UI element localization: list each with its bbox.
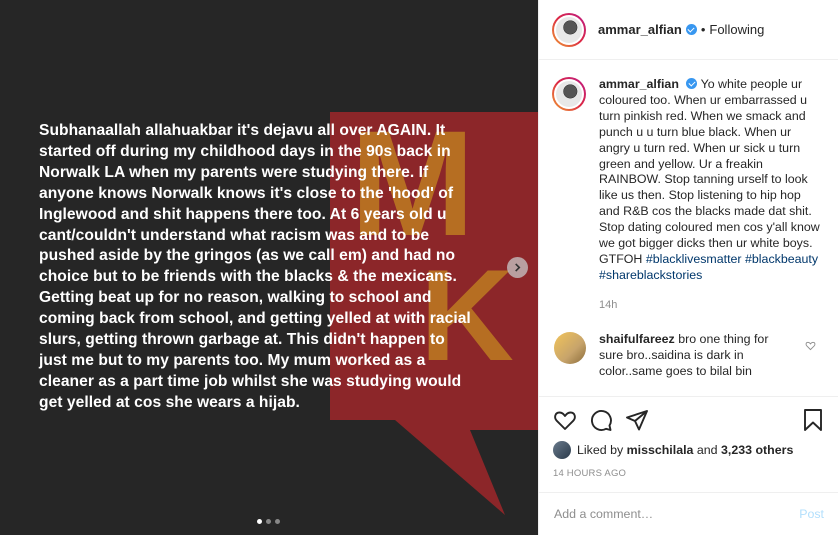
carousel-dot [266,519,271,524]
likes-prefix: Liked by [577,443,624,457]
post-text-line: anyone knows Norwalk knows it's close to… [39,184,454,202]
likes-others-link[interactable]: 3,233 others [721,443,793,457]
post-text-line: pushed aside by the gringos (as we call … [39,247,456,265]
carousel-dot [275,519,280,524]
likes-summary: Liked by misschilala and 3,233 others [553,441,824,459]
post-text-line: slurs, getting thrown garbage at. This d… [39,331,445,349]
hashtag-link[interactable]: #blackbeauty [745,252,818,266]
caption-avatar[interactable] [552,77,586,111]
carousel-dot [257,519,262,524]
liker-username[interactable]: misschilala [627,443,694,457]
post-text-line: get yelled at cos she wears a hijab. [39,393,300,411]
comment-button[interactable] [589,408,613,432]
likes-connector: and [696,443,718,457]
bookmark-icon [804,409,822,431]
post-comment-button[interactable]: Post [799,507,824,521]
post-text-line: Subhanaallah allahuakbar it's dejavu all… [39,122,446,139]
comment-icon [591,410,612,431]
comment-username[interactable]: shaifulfareez [599,332,675,346]
comments-list[interactable]: ammar_alfian Yo white people ur coloured… [539,61,838,396]
like-comment-icon[interactable] [805,340,816,351]
verified-badge-icon [686,78,698,89]
post-text-line: cleaner as a part time job whilst she wa… [39,372,462,390]
list-item: shaifulfareez bro one thing for sure bro… [552,331,822,380]
post-timestamp[interactable]: 14 HOURS AGO [553,468,824,479]
caption: ammar_alfian Yo white people ur coloured… [552,77,822,314]
caption-username[interactable]: ammar_alfian [599,77,679,91]
caption-text: Yo white people ur coloured too. When ur… [599,77,820,266]
avatar[interactable] [552,12,586,47]
header-separator: • [700,22,706,37]
post-text-line: Getting beat up for no reason, walking t… [39,289,432,307]
post-side-panel: ammar_alfian • Following ammar_alfian Yo… [538,0,838,535]
carousel-next-button[interactable] [507,257,528,278]
comment-input[interactable] [554,507,800,521]
post-text-line: cant/couldn't understand what racism was… [39,226,430,244]
carousel-indicator [257,519,280,524]
caption-body: ammar_alfian Yo white people ur coloured… [599,77,822,314]
hashtag-link[interactable]: #shareblackstories [599,268,702,282]
like-button[interactable] [553,408,577,432]
post-text-line: started off during my childhood days in … [39,142,451,160]
post-text-line: choice but to be friends with the blacks… [39,268,457,286]
hashtag-link[interactable]: #blacklivesmatter [646,252,742,266]
comment-body: shaifulfareez bro one thing for sure bro… [599,332,789,380]
chevron-right-icon [515,263,521,272]
liker-avatar[interactable] [553,441,571,459]
save-button[interactable] [802,408,824,432]
post-text-line: coming back from school, and getting yel… [39,310,471,328]
heart-icon [554,411,576,430]
following-button[interactable]: Following [709,22,764,37]
comment-avatar[interactable] [554,331,586,364]
post-text-line: Inglewood and shit happens there too. At… [39,205,447,223]
send-icon [626,410,648,431]
verified-badge-icon [685,24,697,35]
share-button[interactable] [625,408,649,432]
post-text-line: just me but to my parents too. My mum wo… [39,351,426,369]
post-actions: Liked by misschilala and 3,233 others 14… [539,396,838,479]
post-header: ammar_alfian • Following [539,0,838,60]
add-comment-bar: Post [539,492,838,535]
post-text-line: Norwalk LA when my parents were studying… [39,163,429,181]
action-icon-row [553,405,824,435]
post-media[interactable]: M K Subhanaallah allahuakbar it's dejavu… [0,0,538,535]
caption-time[interactable]: 14h [599,298,822,314]
post-text: Subhanaallah allahuakbar it's dejavu all… [39,121,514,414]
header-username[interactable]: ammar_alfian [598,22,682,37]
